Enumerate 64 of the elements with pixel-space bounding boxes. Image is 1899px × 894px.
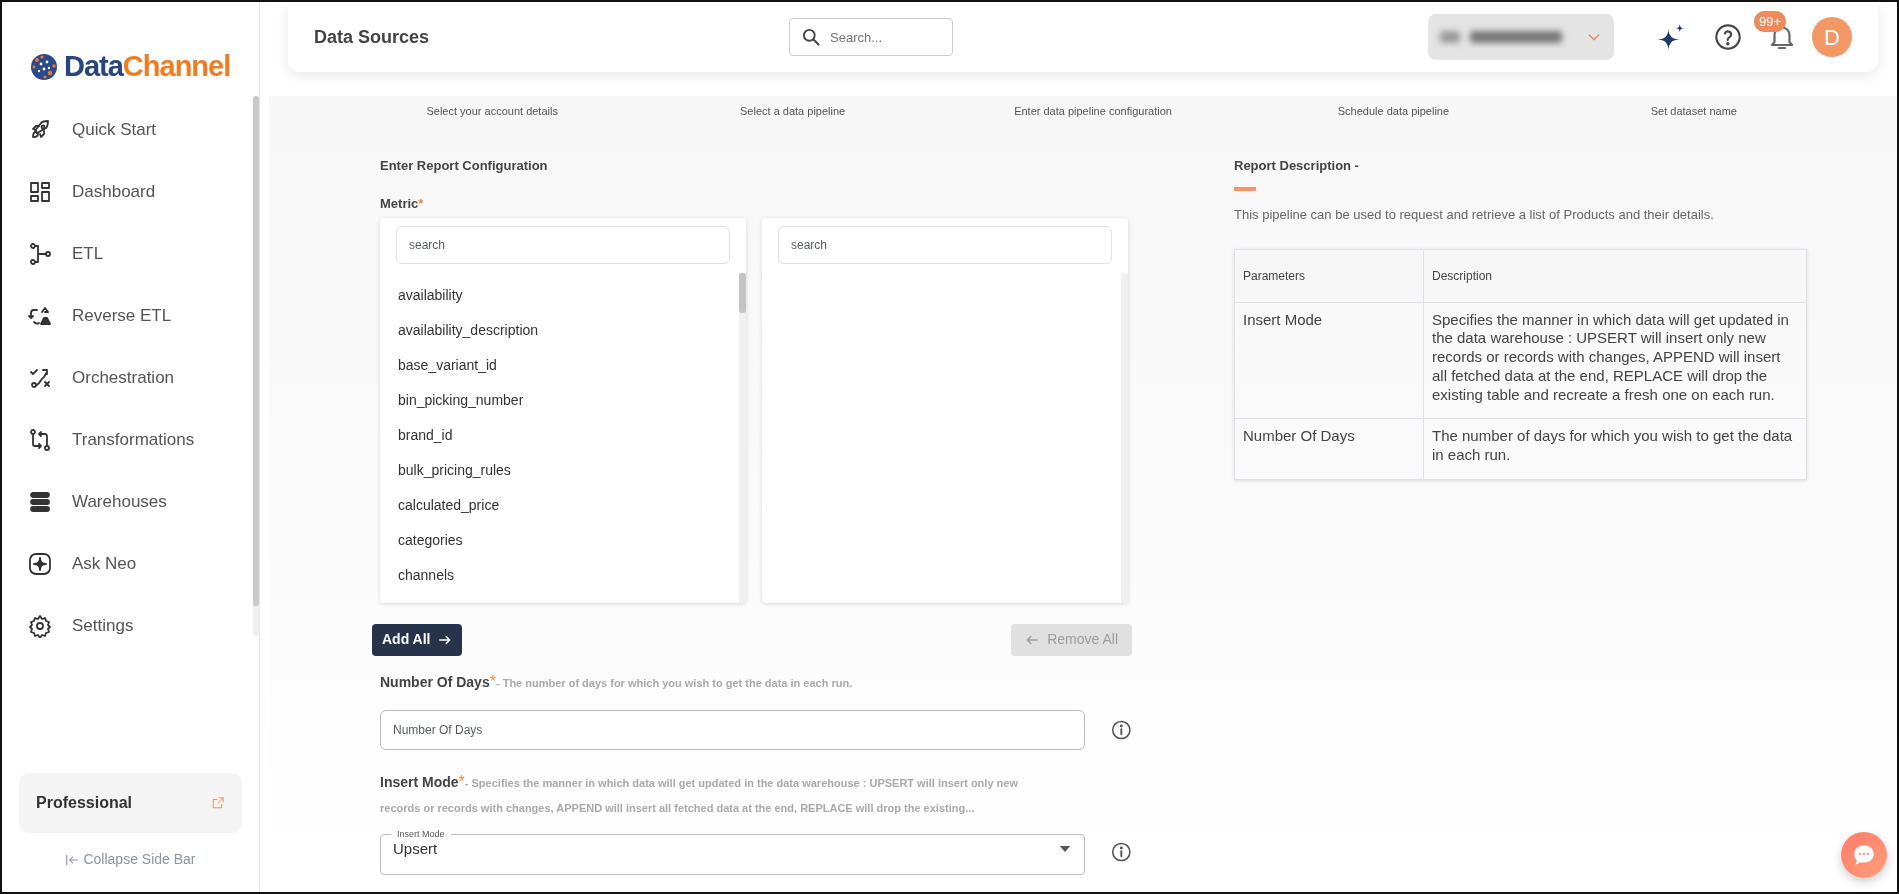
sidebar-item[interactable]: Orchestration bbox=[2, 347, 242, 409]
sidebar-item[interactable]: Quick Start bbox=[2, 99, 242, 161]
server-icon bbox=[28, 490, 52, 514]
list-item[interactable]: availability bbox=[380, 277, 738, 313]
swap-icon bbox=[28, 428, 52, 452]
sidebar-item[interactable]: Ask Neo bbox=[2, 533, 242, 595]
list-item[interactable]: base_variant_id bbox=[380, 347, 738, 383]
list-item[interactable]: brand_id bbox=[380, 417, 738, 453]
search-field[interactable]: search bbox=[396, 225, 730, 264]
insert-mode-select[interactable]: Insert Mode Upsert bbox=[380, 829, 1086, 875]
bell-icon bbox=[1770, 25, 1794, 50]
info-icon bbox=[1111, 719, 1132, 742]
table-cell: Number Of Days bbox=[1234, 418, 1424, 480]
dashboard-icon bbox=[28, 180, 52, 204]
search-field[interactable]: Search... bbox=[789, 18, 953, 56]
list-item[interactable]: availability_description bbox=[380, 312, 738, 348]
sidebar-item[interactable]: Reverse ETL bbox=[2, 285, 242, 347]
table-cell: Specifies the manner in which data will get updated in the data warehouse : UPSERT will insert only new records or records with changes, APPEND will insert all fetched data at the end, REPLACE will drop the existing table and recreate a fresh one on each run. bbox=[1423, 302, 1807, 419]
section-title: Enter Report Configuration bbox=[380, 156, 549, 175]
step-label: Select a data pipeline bbox=[739, 104, 847, 119]
step-label: Schedule data pipeline bbox=[1336, 104, 1451, 119]
search-field[interactable]: search bbox=[778, 225, 1112, 264]
cycle-icon bbox=[28, 304, 52, 328]
page-title: Data Sources bbox=[314, 25, 431, 49]
list-item[interactable]: channels bbox=[380, 557, 738, 593]
collapse-icon bbox=[65, 852, 80, 867]
branch-icon bbox=[28, 242, 52, 266]
section-title: Report Description - bbox=[1234, 156, 1360, 175]
list-item[interactable]: calculated_price bbox=[380, 487, 738, 523]
sidebar-item[interactable]: Transformations bbox=[2, 409, 242, 471]
field-label: Number Of Days*- The number of days for which you wish to get the data in each run. bbox=[380, 671, 854, 692]
logo-text: DataChannel bbox=[64, 49, 231, 85]
step-label: Set dataset name bbox=[1649, 104, 1738, 119]
field-label: Metric* bbox=[380, 195, 425, 213]
description-text: This pipeline can be used to request and retrieve a list of Products and their details. bbox=[1234, 206, 1715, 224]
account-dropdown[interactable] bbox=[1428, 14, 1614, 60]
table-cell: The number of days for which you wish to get the data in each run. bbox=[1423, 418, 1807, 480]
route-icon bbox=[28, 366, 52, 390]
settings-icon bbox=[28, 614, 52, 638]
plan-card[interactable]: Professional bbox=[19, 773, 242, 833]
sidebar-item[interactable]: Settings bbox=[2, 595, 242, 657]
field-label: Insert Mode*- Specifies the manner in which data will get updated in the data warehouse : UPSERT will insert only new records or records with changes, APPEND will insert all fetched data at the end, REPLACE will drop the existing... bbox=[380, 772, 1019, 817]
notification-badge: 99+ bbox=[1754, 10, 1787, 33]
step-label: Select your account details bbox=[425, 104, 559, 119]
add-all-button[interactable]: Add All bbox=[372, 623, 463, 656]
list-item[interactable]: bin_picking_number bbox=[380, 382, 738, 418]
sidebar-item[interactable]: Dashboard bbox=[2, 161, 242, 223]
sparkle-icon bbox=[28, 552, 52, 576]
step-label: Enter data pipeline configuration bbox=[1013, 104, 1173, 119]
info-icon bbox=[1111, 841, 1132, 864]
column-header: Description bbox=[1423, 249, 1807, 302]
table-cell: Insert Mode bbox=[1234, 302, 1424, 419]
sidebar-item[interactable]: ETL bbox=[2, 223, 242, 285]
search-icon bbox=[801, 27, 821, 47]
list-item[interactable]: categories bbox=[380, 522, 738, 558]
external-link-icon bbox=[211, 796, 225, 810]
column-header: Parameters bbox=[1234, 249, 1424, 302]
number-of-days-field[interactable]: Number Of Days bbox=[380, 710, 1086, 751]
sidebar-item[interactable]: Warehouses bbox=[2, 471, 242, 533]
plan-name: Professional bbox=[36, 793, 133, 813]
chat-icon bbox=[1851, 842, 1877, 868]
list-item[interactable]: bulk_pricing_rules bbox=[380, 452, 738, 488]
logo-icon bbox=[28, 51, 60, 83]
help-icon bbox=[1714, 23, 1742, 51]
